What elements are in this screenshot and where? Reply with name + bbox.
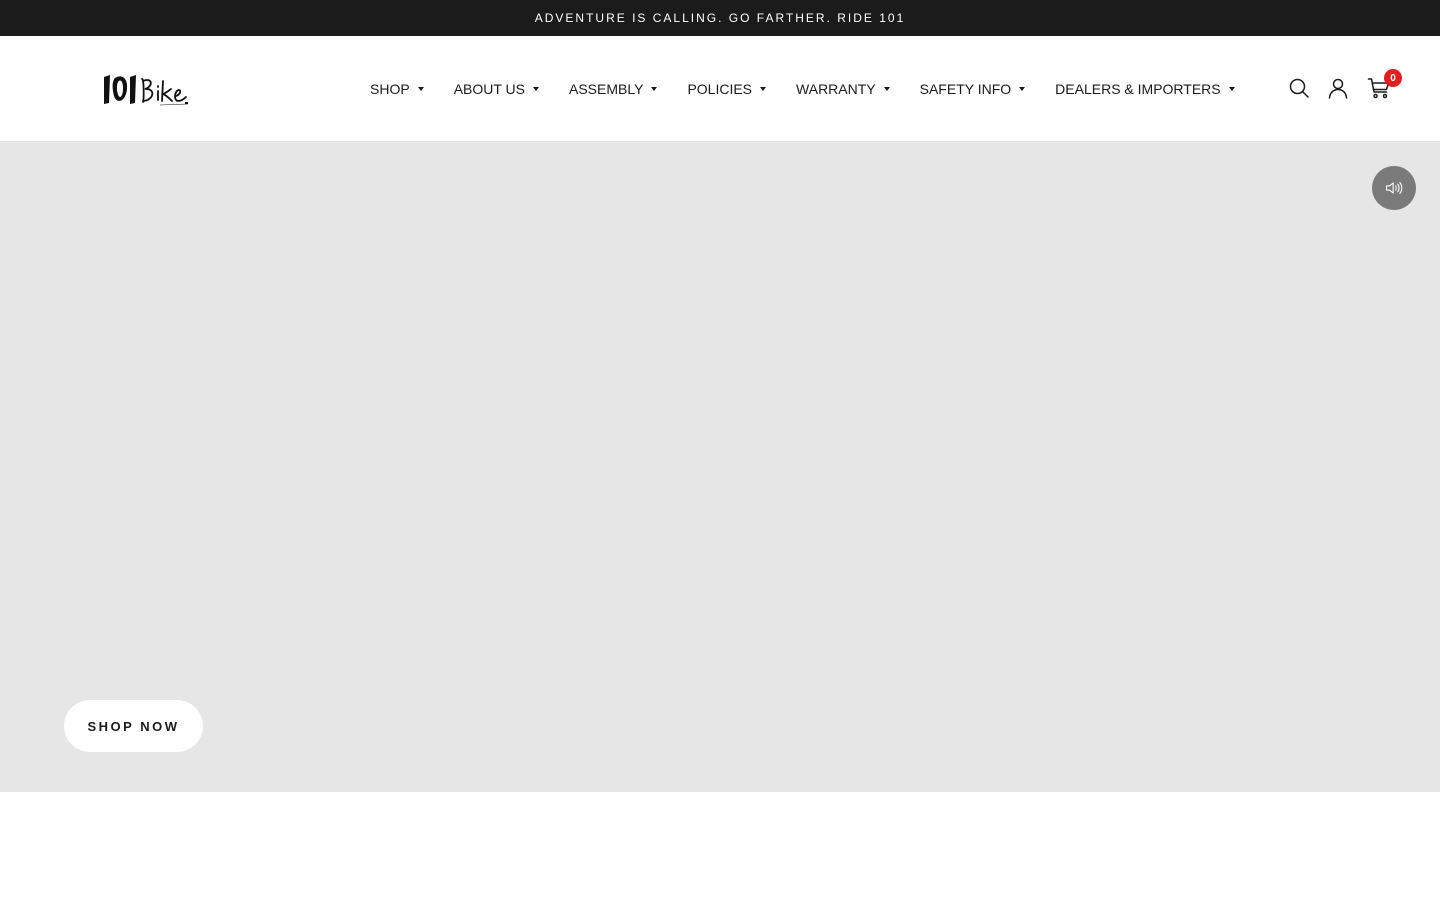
nav-item-label: SAFETY INFO: [919, 80, 1012, 97]
nav-item-label: ASSEMBLY: [569, 80, 644, 97]
caret-down-icon: [417, 86, 424, 91]
caret-down-icon: [760, 86, 767, 91]
nav-item-warranty[interactable]: WARRANTY: [796, 81, 890, 97]
account-button[interactable]: [1326, 76, 1350, 100]
nav-item-shop[interactable]: SHOP: [370, 81, 424, 97]
logo-image: [104, 75, 189, 106]
nav-item-policies[interactable]: POLICIES: [687, 80, 767, 97]
account-icon: [1328, 78, 1348, 99]
announcement-text: ADVENTURE IS CALLING. GO FARTHER. RIDE 1…: [534, 11, 906, 25]
speaker-icon: [1385, 182, 1403, 194]
caret-down-icon: [1019, 86, 1026, 91]
caret-down-icon: [1228, 86, 1235, 91]
nav-item-label: DEALERS & IMPORTERS: [1055, 80, 1221, 97]
site-logo[interactable]: [100, 69, 192, 109]
mute-toggle-button[interactable]: [1372, 166, 1416, 210]
cart-count-badge: 0: [1384, 69, 1402, 87]
search-button[interactable]: [1287, 76, 1311, 100]
caret-down-icon: [533, 86, 539, 91]
nav-item-dealers-importers[interactable]: DEALERS & IMPORTERS: [1055, 80, 1235, 97]
shop-now-button[interactable]: SHOP NOW: [64, 700, 203, 752]
nav-item-label: SHOP: [370, 80, 410, 97]
nav-item-label: ABOUT US: [453, 80, 525, 97]
caret-down-icon: [883, 86, 890, 91]
site-header: SHOP ABOUT US ASSEMBLY POLICIES WARRANTY…: [0, 36, 1440, 141]
nav-item-about-us[interactable]: ABOUT US: [454, 81, 539, 97]
main-nav-list: SHOP ABOUT US ASSEMBLY POLICIES WARRANTY…: [370, 36, 1235, 141]
caret-down-icon: [651, 86, 658, 91]
search-icon: [1289, 78, 1309, 98]
hero-video: SHOP NOW: [0, 141, 1440, 792]
nav-item-label: WARRANTY: [796, 80, 876, 97]
nav-item-assembly[interactable]: ASSEMBLY: [569, 80, 658, 97]
nav-item-label: POLICIES: [687, 80, 753, 97]
nav-item-safety-info[interactable]: SAFETY INFO: [920, 81, 1026, 97]
announcement-bar: ADVENTURE IS CALLING. GO FARTHER. RIDE 1…: [0, 0, 1440, 36]
